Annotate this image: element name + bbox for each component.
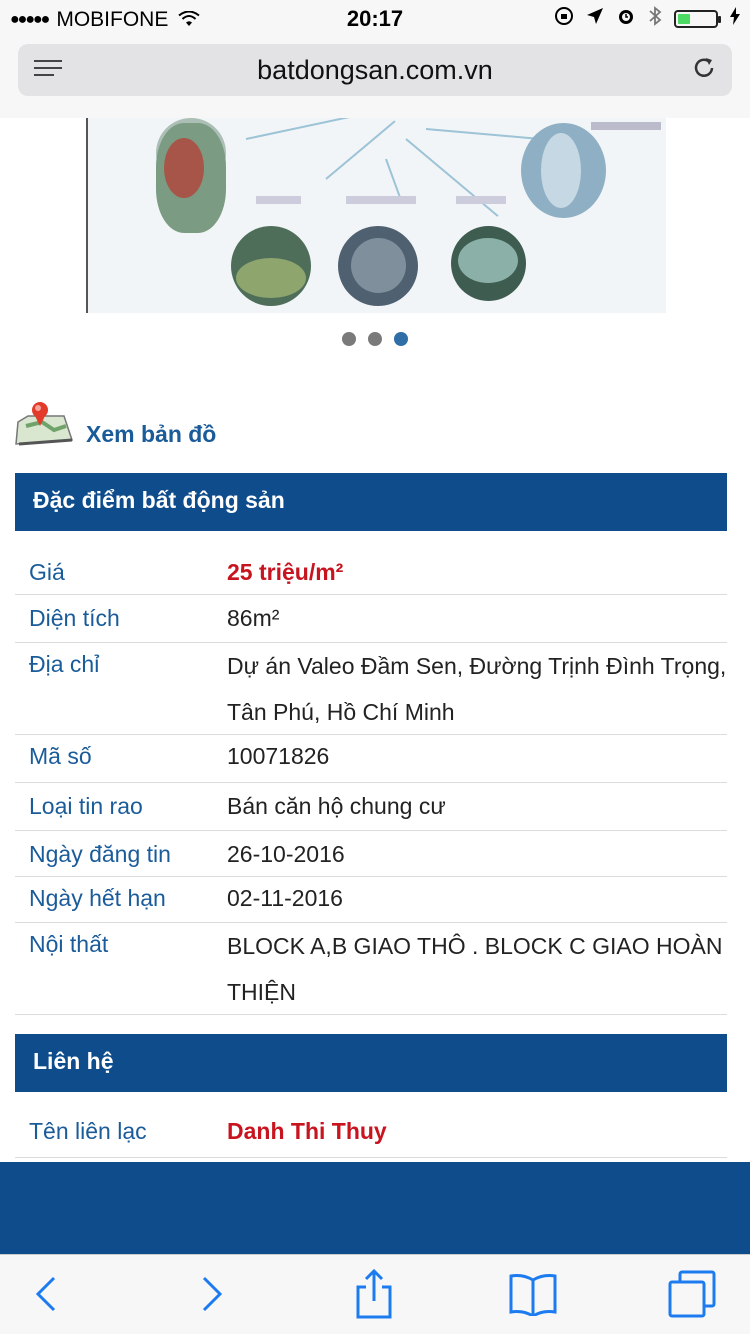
table-row: Địa chỉ Dự án Valeo Đầm Sen, Đường Trịnh … (15, 643, 727, 735)
row-value: Dự án Valeo Đầm Sen, Đường Trịnh Đình Tr… (227, 653, 727, 725)
row-label: Mã số (29, 743, 92, 769)
row-value: BLOCK A,B GIAO THÔ . BLOCK C GIAO HOÀN T… (227, 933, 723, 1005)
view-map-link[interactable]: Xem bản đồ (14, 400, 216, 448)
map-pin-icon (14, 400, 74, 448)
row-value: 26-10-2016 (227, 841, 345, 867)
view-map-label[interactable]: Xem bản đồ (86, 421, 216, 448)
property-details-header: Đặc điểm bất động sản (15, 473, 727, 531)
row-label: Diện tích (29, 605, 120, 631)
tabs-icon (668, 1270, 716, 1318)
chevron-right-icon (202, 1276, 223, 1312)
contact-header: Liên hệ (15, 1034, 727, 1092)
chevron-left-icon (35, 1276, 56, 1312)
share-button[interactable] (344, 1269, 404, 1319)
row-value: 10071826 (227, 743, 330, 769)
row-value: 25 triệu/m² (227, 559, 344, 585)
row-label: Địa chỉ (29, 651, 100, 677)
bluetooth-icon (648, 6, 662, 32)
table-row: Mã số 10071826 (15, 735, 727, 783)
property-image-carousel[interactable] (86, 118, 666, 313)
row-value: 02-11-2016 (227, 885, 343, 911)
rotation-lock-icon (554, 6, 574, 32)
row-label: Ngày đăng tin (29, 841, 171, 867)
location-arrow-icon (586, 7, 604, 31)
status-right (554, 6, 740, 32)
alarm-icon (616, 6, 636, 32)
table-row: Ngày hết hạn 02-11-2016 (15, 877, 727, 923)
row-value: Bán căn hộ chung cư (227, 793, 446, 819)
status-bar: ●●●●● MOBIFONE 20:17 (0, 0, 750, 38)
forward-button[interactable] (182, 1269, 242, 1319)
bookmarks-button[interactable] (503, 1269, 563, 1319)
url-text[interactable]: batdongsan.com.vn (18, 55, 732, 86)
browser-toolbar (0, 1254, 750, 1334)
table-row: Loại tin rao Bán căn hộ chung cư (15, 783, 727, 831)
carousel-dot[interactable] (368, 332, 382, 346)
carousel-dot[interactable] (394, 332, 408, 346)
book-icon (509, 1274, 557, 1316)
share-icon (356, 1269, 392, 1319)
row-value: 86m² (227, 605, 280, 631)
table-row: Giá 25 triệu/m² (15, 547, 727, 595)
reload-icon[interactable] (690, 54, 718, 90)
table-row: Diện tích 86m² (15, 595, 727, 643)
table-row: Ngày đăng tin 26-10-2016 (15, 831, 727, 877)
row-label: Giá (29, 559, 65, 585)
page-footer-band (0, 1162, 750, 1254)
carousel-dot[interactable] (342, 332, 356, 346)
row-value: Danh Thi Thuy (227, 1118, 387, 1144)
browser-address-area: batdongsan.com.vn (0, 38, 750, 118)
table-row: Tên liên lạc Danh Thi Thuy (15, 1108, 727, 1158)
tabs-button[interactable] (662, 1269, 722, 1319)
charging-icon (730, 7, 740, 31)
property-details-table: Giá 25 triệu/m² Diện tích 86m² Địa chỉ Dự án … (15, 547, 727, 1015)
row-label: Ngày hết hạn (29, 885, 166, 911)
row-label: Nội thất (29, 931, 109, 957)
row-label: Tên liên lạc (29, 1118, 147, 1144)
battery-icon (674, 10, 721, 28)
table-row: Nội thất BLOCK A,B GIAO THÔ . BLOCK C GIA… (15, 923, 727, 1015)
address-bar[interactable]: batdongsan.com.vn (18, 44, 732, 96)
contact-table: Tên liên lạc Danh Thi Thuy (15, 1108, 727, 1158)
carousel-pager (0, 332, 750, 346)
back-button[interactable] (16, 1269, 76, 1319)
row-label: Loại tin rao (29, 793, 143, 819)
